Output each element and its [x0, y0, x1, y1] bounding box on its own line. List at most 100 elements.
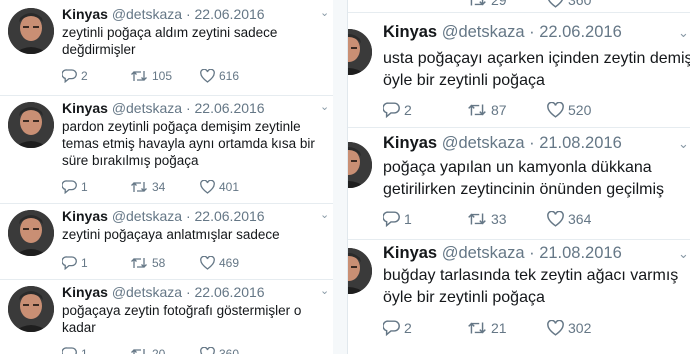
like-count: 360 — [219, 347, 240, 354]
tweet-actions-partial: 29 360 — [383, 0, 591, 8]
tweet-date[interactable]: 22.06.2016 — [195, 284, 265, 300]
like-button[interactable]: 616 — [200, 69, 239, 83]
retweet-icon — [131, 258, 147, 268]
tweet-card[interactable]: Kinyas @detskaza · 21.08.2016 ⌄ buğday t… — [348, 240, 690, 354]
avatar[interactable] — [8, 286, 54, 332]
tweet-header: Kinyas @detskaza · 22.06.2016 — [62, 100, 265, 116]
author-name[interactable]: Kinyas — [383, 134, 437, 152]
retweet-button[interactable]: 29 — [467, 0, 547, 8]
author-name[interactable]: Kinyas — [62, 6, 108, 22]
tweet-date[interactable]: 22.06.2016 — [195, 6, 265, 22]
chevron-down-icon[interactable]: ⌄ — [320, 286, 329, 297]
tweet-actions: 2 105 616 — [62, 69, 239, 83]
reply-button[interactable]: 1 — [383, 211, 467, 227]
retweet-count: 58 — [152, 256, 166, 270]
like-button[interactable]: 360 — [547, 0, 591, 8]
author-handle[interactable]: @detskaza — [442, 244, 525, 262]
chevron-down-icon[interactable]: ⌄ — [320, 8, 329, 19]
retweet-button[interactable]: 58 — [130, 256, 200, 270]
reply-icon — [62, 347, 77, 354]
tweet-date[interactable]: 22.06.2016 — [539, 23, 622, 41]
author-handle[interactable]: @detskaza — [112, 284, 182, 300]
tweet-actions: 1 20 360 — [62, 347, 239, 354]
retweet-icon — [131, 349, 145, 354]
author-name[interactable]: Kinyas — [62, 208, 108, 224]
tweet-card[interactable]: Kinyas @detskaza · 22.06.2016 ⌄ usta poğ… — [348, 13, 690, 128]
reply-button[interactable]: 1 — [62, 180, 130, 194]
tweet-actions: 1 58 469 — [62, 256, 239, 270]
reply-count: 1 — [404, 211, 412, 227]
retweet-icon — [468, 213, 486, 225]
tweet-actions: 2 21 302 — [383, 320, 591, 336]
author-name[interactable]: Kinyas — [62, 100, 108, 116]
retweet-button[interactable]: 21 — [467, 320, 547, 336]
reply-button[interactable]: 2 — [383, 102, 467, 118]
heart-icon — [547, 320, 564, 336]
author-handle[interactable]: @detskaza — [442, 134, 525, 152]
tweet-card[interactable]: Kinyas @detskaza · 21.08.2016 ⌄ poğaça y… — [348, 128, 690, 240]
reply-button[interactable]: 2 — [383, 320, 467, 336]
reply-icon — [383, 102, 400, 118]
like-button[interactable]: 360 — [200, 347, 239, 354]
author-handle[interactable]: @detskaza — [112, 208, 182, 224]
author-handle[interactable]: @detskaza — [112, 100, 182, 116]
column-gutter — [333, 0, 347, 354]
author-name[interactable]: Kinyas — [383, 23, 437, 41]
chevron-down-icon[interactable]: ⌄ — [320, 210, 329, 221]
tweet-actions: 1 33 364 — [383, 211, 591, 227]
retweet-count: 29 — [491, 0, 507, 8]
tweet-card[interactable]: Kinyas @detskaza · 22.06.2016 ⌄ zeytini … — [0, 204, 333, 280]
author-handle[interactable]: @detskaza — [112, 6, 182, 22]
retweet-button[interactable]: 20 — [130, 347, 200, 354]
like-button[interactable]: 401 — [200, 180, 239, 194]
reply-button[interactable]: 2 — [62, 69, 130, 83]
retweet-button[interactable]: 87 — [467, 102, 547, 118]
like-count: 401 — [219, 180, 240, 194]
tweet-card[interactable]: Kinyas @detskaza · 22.06.2016 ⌄ poğaçaya… — [0, 280, 333, 354]
tweet-card[interactable]: Kinyas @detskaza · 22.06.2016 ⌄ pardon z… — [0, 96, 333, 204]
retweet-button[interactable]: 105 — [130, 69, 200, 83]
chevron-down-icon[interactable]: ⌄ — [678, 26, 689, 39]
chevron-down-icon[interactable]: ⌄ — [320, 102, 329, 113]
like-button[interactable]: 302 — [547, 320, 591, 336]
tweet-date[interactable]: 22.06.2016 — [195, 100, 265, 116]
reply-button[interactable]: 1 — [62, 347, 130, 354]
like-count: 616 — [219, 69, 240, 83]
separator-dot: · — [529, 23, 535, 41]
avatar[interactable] — [348, 29, 372, 75]
timeline-column-left: Kinyas @detskaza · 22.06.2016 ⌄ zeytinli… — [0, 0, 333, 354]
retweet-button[interactable]: 33 — [467, 211, 547, 227]
separator-dot: · — [185, 208, 191, 224]
heart-icon — [200, 256, 215, 270]
author-name[interactable]: Kinyas — [62, 284, 108, 300]
retweet-count: 20 — [152, 347, 166, 354]
tweet-card[interactable]: Kinyas @detskaza · 22.06.2016 ⌄ zeytinli… — [0, 0, 333, 96]
avatar[interactable] — [348, 248, 372, 294]
like-button[interactable]: 364 — [547, 211, 591, 227]
reply-button[interactable]: 1 — [62, 256, 130, 270]
tweet-date[interactable]: 21.08.2016 — [539, 244, 622, 262]
avatar[interactable] — [8, 210, 54, 256]
separator-dot: · — [185, 284, 191, 300]
like-count: 302 — [568, 320, 592, 336]
like-button[interactable]: 469 — [200, 256, 239, 270]
author-handle[interactable]: @detskaza — [442, 23, 525, 41]
retweet-icon — [468, 104, 486, 116]
avatar[interactable] — [8, 102, 54, 148]
separator-dot: · — [185, 100, 191, 116]
tweet-date[interactable]: 21.08.2016 — [539, 134, 622, 152]
retweet-button[interactable]: 34 — [130, 180, 200, 194]
like-button[interactable]: 520 — [547, 102, 591, 118]
reply-count: 2 — [404, 320, 412, 336]
chevron-down-icon[interactable]: ⌄ — [678, 137, 689, 150]
avatar[interactable] — [348, 142, 372, 188]
author-name[interactable]: Kinyas — [383, 244, 437, 262]
tweet-date[interactable]: 22.06.2016 — [195, 208, 265, 224]
chevron-down-icon[interactable]: ⌄ — [678, 247, 689, 260]
tweet-text: buğday tarlasında tek zeytin ağacı varmı… — [383, 267, 679, 306]
tweet-header: Kinyas @detskaza · 21.08.2016 — [383, 134, 622, 153]
tweet-header: Kinyas @detskaza · 22.06.2016 — [62, 208, 265, 224]
avatar[interactable] — [8, 8, 54, 54]
reply-count: 1 — [81, 347, 88, 354]
tweet-actions: 1 34 401 — [62, 180, 239, 194]
